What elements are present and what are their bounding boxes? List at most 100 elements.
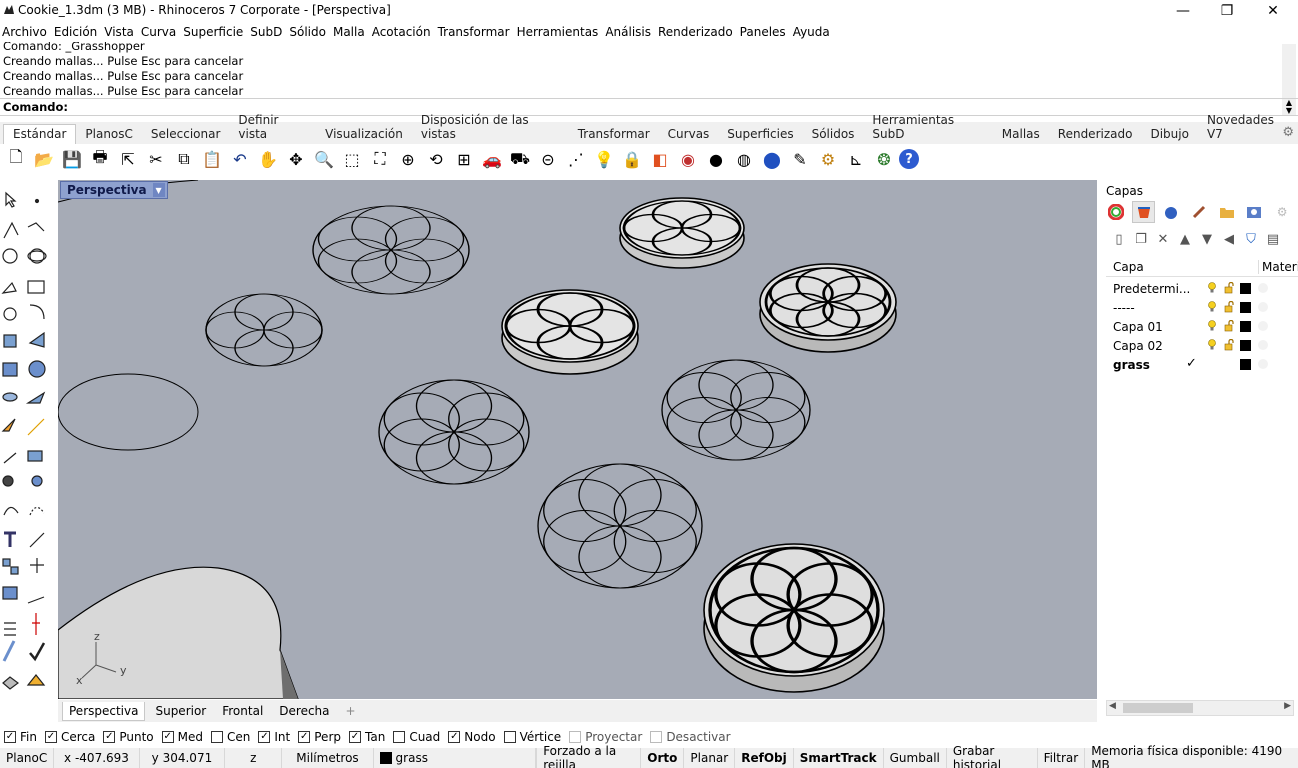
menu-item-transformar[interactable]: Transformar	[438, 25, 516, 39]
unlock-icon[interactable]	[1224, 282, 1235, 294]
menu-item-superficie[interactable]: Superficie	[183, 25, 249, 39]
layer-material-icon[interactable]	[1258, 283, 1268, 293]
checkbox[interactable]	[650, 731, 663, 743]
osnap-int[interactable]: ✓ Int	[258, 730, 290, 744]
layer-material-icon[interactable]	[1258, 359, 1268, 369]
menu-item-paneles[interactable]: Paneles	[740, 25, 792, 39]
checkbox[interactable]: ✓	[103, 731, 116, 743]
osnap-nodo[interactable]: ✓ Nodo	[448, 730, 496, 744]
panel-settings-icon[interactable]: ⚙	[1270, 201, 1294, 223]
zoom-selected-icon[interactable]: ⊕	[395, 146, 421, 172]
osnap-tan[interactable]: ✓ Tan	[349, 730, 385, 744]
checkbox[interactable]	[569, 731, 582, 743]
menu-item-vista[interactable]: Vista	[104, 25, 140, 39]
toolbar-tab[interactable]: Renderizado	[1049, 125, 1142, 144]
layer-row[interactable]: Capa 01	[1106, 317, 1298, 336]
blue-sphere-icon[interactable]: ⬤	[759, 146, 785, 172]
status-toggle-grabar-historial[interactable]: Grabar historial	[947, 744, 1038, 768]
osnap-cen[interactable]: Cen	[211, 730, 250, 744]
toolbar-tab[interactable]: Transformar	[569, 125, 659, 144]
open-icon[interactable]: 📂	[31, 146, 57, 172]
toolbar-tab[interactable]: Curvas	[659, 125, 719, 144]
toolbar-tab[interactable]: Dibujo	[1141, 125, 1197, 144]
light-bulb-icon[interactable]: 💡	[591, 146, 617, 172]
toolbar-tab[interactable]: Visualización	[316, 125, 412, 144]
color-wheel-icon[interactable]	[1104, 201, 1128, 223]
lock-icon[interactable]: 🔒	[619, 146, 645, 172]
toolbar-tab[interactable]: Estándar	[3, 124, 77, 144]
status-toggle-forzado-a-la-rejilla[interactable]: Forzado a la rejilla	[536, 744, 642, 768]
folder-icon[interactable]	[1215, 201, 1239, 223]
menu-item-acotación[interactable]: Acotación	[372, 25, 437, 39]
layer-name[interactable]: Capa 01	[1113, 320, 1163, 334]
toolbar-tab[interactable]: Definir vista	[229, 111, 316, 144]
layer-material-icon[interactable]	[1258, 302, 1268, 312]
layers-tab-icon[interactable]	[1131, 201, 1156, 223]
view-tab-perspectiva[interactable]: Perspectiva	[62, 701, 146, 721]
menu-item-subd[interactable]: SubD	[250, 25, 288, 39]
perspective-viewport[interactable]: z y x Perspectiva ▼	[58, 180, 1097, 699]
gear-icon[interactable]: ⚙	[1282, 125, 1294, 140]
checkbox[interactable]: ✓	[161, 731, 174, 743]
unlock-icon[interactable]	[1224, 320, 1235, 332]
layer-row[interactable]: Predetermi...	[1106, 279, 1298, 298]
import-icon[interactable]: ⇱	[115, 146, 141, 172]
layer-name[interactable]: Predetermi...	[1113, 282, 1190, 296]
rotate-view-icon[interactable]: ✥	[283, 146, 309, 172]
new-sublayer-icon[interactable]: ❐	[1130, 229, 1152, 249]
osnap-icon[interactable]: ⋰	[563, 146, 589, 172]
menu-item-sólido[interactable]: Sólido	[289, 25, 332, 39]
checkbox[interactable]	[393, 731, 406, 743]
layer-name[interactable]: -----	[1113, 301, 1135, 315]
light-bulb-icon[interactable]	[1207, 282, 1217, 294]
layer-row[interactable]: grass ✓	[1106, 355, 1298, 374]
layer-icon[interactable]: ◧	[647, 146, 673, 172]
dimension-icon[interactable]: ⊾	[843, 146, 869, 172]
current-layer[interactable]: grass	[374, 748, 537, 768]
zoom-icon[interactable]: 🔍	[311, 146, 337, 172]
toolbar-tab[interactable]: Sólidos	[803, 125, 864, 144]
layer-row[interactable]: Capa 02	[1106, 336, 1298, 355]
layer-name[interactable]: Capa 02	[1113, 339, 1163, 353]
checkbox[interactable]	[211, 731, 224, 743]
move-up-icon[interactable]: ▲	[1174, 229, 1196, 249]
osnap-med[interactable]: ✓ Med	[161, 730, 203, 744]
unlock-icon[interactable]	[1224, 339, 1235, 351]
menu-item-ayuda[interactable]: Ayuda	[793, 25, 836, 39]
checkbox[interactable]: ✓	[349, 731, 361, 743]
toolbar-tab[interactable]: Seleccionar	[142, 125, 229, 144]
osnap-cuad[interactable]: Cuad	[393, 730, 440, 744]
checkbox[interactable]: ✓	[298, 731, 311, 743]
named-view-icon[interactable]	[1243, 201, 1267, 223]
undo-view-icon[interactable]: ⟲	[423, 146, 449, 172]
new-icon[interactable]: 🗋	[3, 146, 29, 172]
light-bulb-icon[interactable]	[1207, 320, 1217, 332]
zoom-window-icon[interactable]: ⬚	[339, 146, 365, 172]
brush-icon[interactable]	[1187, 201, 1211, 223]
view-tab-frontal[interactable]: Frontal	[216, 702, 269, 720]
scroll-left-icon[interactable]: ◀	[1109, 701, 1116, 711]
menu-item-renderizado[interactable]: Renderizado	[658, 25, 739, 39]
move-to-parent-icon[interactable]: ◀	[1218, 229, 1240, 249]
cut-icon[interactable]: ✂	[143, 146, 169, 172]
filter-icon[interactable]: ⛉	[1240, 229, 1262, 249]
copy-icon[interactable]: ⧉	[171, 146, 197, 172]
cplane-label[interactable]: PlanoC	[0, 748, 55, 768]
osnap-desactivar[interactable]: Desactivar	[650, 730, 731, 744]
move-down-icon[interactable]: ▼	[1196, 229, 1218, 249]
layer-color-swatch[interactable]	[1240, 340, 1251, 351]
layer-color-swatch[interactable]	[1240, 359, 1251, 370]
layer-row[interactable]: -----	[1106, 298, 1298, 317]
osnap-vértice[interactable]: Vértice	[503, 730, 561, 744]
osnap-fin[interactable]: ✓ Fin	[4, 730, 37, 744]
viewport-title-tab[interactable]: Perspectiva ▼	[60, 181, 168, 199]
save-icon[interactable]: 💾	[59, 146, 85, 172]
toolbar-tab[interactable]: Superficies	[718, 125, 802, 144]
minimize-button[interactable]: —	[1160, 0, 1206, 22]
history-scrollbar[interactable]	[1282, 44, 1296, 98]
layer-color-swatch[interactable]	[1240, 283, 1251, 294]
scroll-thumb[interactable]	[1123, 703, 1193, 713]
render-sphere-icon[interactable]	[1159, 201, 1183, 223]
osnap-punto[interactable]: ✓ Punto	[103, 730, 154, 744]
menu-item-archivo[interactable]: Archivo	[2, 25, 53, 39]
